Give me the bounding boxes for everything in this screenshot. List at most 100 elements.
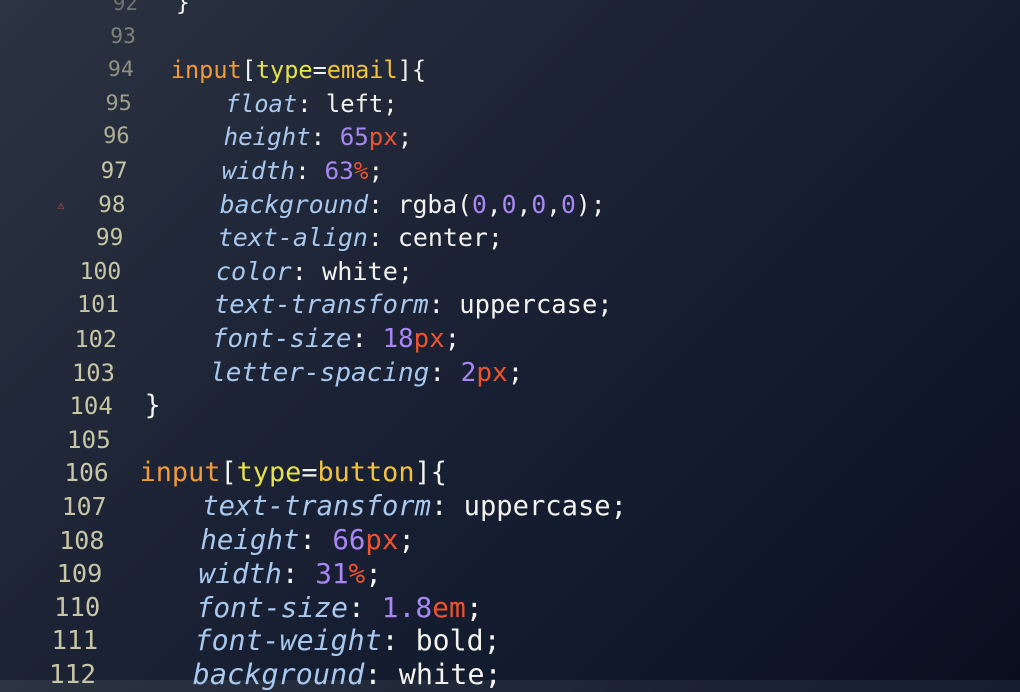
code-line[interactable]: ⚠ 98 background: rgba(0,0,0,0); [0, 188, 1020, 222]
code-token: : [429, 357, 461, 388]
line-number: 98 [98, 191, 126, 218]
code-line[interactable]: 101 text-transform: uppercase; [0, 288, 1020, 322]
line-number: 104 [69, 392, 113, 421]
line-number: 110 [54, 592, 101, 623]
code-line[interactable]: 103 letter-spacing: 2px; [0, 356, 1020, 390]
code-line[interactable]: 99 text-align: center; [0, 221, 1020, 255]
css-property: font-size [212, 324, 352, 354]
code-token: ; [610, 491, 627, 522]
code-text: float: left; [168, 87, 398, 121]
css-property: background [192, 658, 365, 691]
css-property: height [200, 524, 300, 556]
code-text: width: 31%; [132, 557, 382, 591]
css-unit: px [476, 357, 508, 388]
css-unit: % [353, 156, 369, 185]
code-text: font-weight: bold; [127, 624, 501, 658]
css-unit: px [413, 324, 445, 354]
warning-icon[interactable]: ⚠ [57, 188, 64, 222]
code-token: ; [397, 256, 414, 286]
code-token: } [176, 0, 190, 16]
code-line[interactable]: 105 [0, 423, 1020, 457]
css-property: font-size [196, 590, 348, 624]
line-number: 107 [61, 492, 107, 521]
code-text: height: 65px; [166, 120, 413, 154]
code-token: : [381, 624, 416, 658]
line-number: 101 [77, 291, 120, 319]
code-token: : [430, 491, 464, 522]
code-token: } [144, 391, 161, 422]
code-token: [ [220, 457, 237, 489]
code-text: input[type=button]{ [140, 456, 447, 490]
css-property: width [221, 156, 296, 185]
css-number: 0 [501, 189, 517, 219]
code-editor[interactable]: 92} 93 94 input[type=email]{95 float: left;… [0, 0, 1020, 691]
code-line[interactable]: 96 height: 65px; [0, 120, 1020, 154]
code-text: text-align: center; [158, 221, 503, 255]
code-token: : [291, 256, 323, 286]
code-text: width: 63%; [163, 154, 383, 188]
code-line[interactable]: 97 width: 63%; [0, 154, 1020, 188]
css-number: 0 [561, 189, 576, 219]
code-line[interactable]: 94 input[type=email]{ [0, 53, 1020, 87]
line-number: 100 [79, 258, 122, 285]
code-token: left [325, 89, 384, 118]
code-line[interactable]: 102 font-size: 18px; [0, 322, 1020, 356]
code-text: font-size: 1.8em; [129, 590, 483, 625]
code-token: ); [575, 189, 606, 219]
code-token: white [398, 658, 485, 691]
code-token: : [310, 123, 340, 152]
line-number: 93 [110, 23, 136, 49]
code-line[interactable]: 104} [0, 389, 1020, 423]
code-token: [ [241, 56, 256, 85]
css-number: 66 [332, 524, 366, 556]
css-property: text-align [217, 223, 368, 253]
code-token: : [281, 557, 316, 591]
code-token: rgba( [397, 189, 472, 219]
code-token: center [397, 223, 488, 253]
code-text: text-transform: uppercase; [153, 288, 613, 322]
css-property: width [198, 557, 282, 591]
line-number: 111 [51, 626, 99, 657]
code-token: ; [398, 524, 415, 556]
code-token: : [347, 590, 382, 624]
code-text: letter-spacing: 2px; [147, 356, 523, 390]
css-number: 31 [315, 557, 349, 591]
code-line[interactable]: 106 input[type=button]{ [0, 456, 1020, 490]
code-text: height: 66px; [134, 524, 415, 558]
code-line[interactable]: 93 [0, 20, 1020, 54]
code-line[interactable]: 110 font-size: 1.8em; [0, 591, 1020, 625]
line-number: 96 [103, 124, 130, 150]
code-token: ; [507, 357, 524, 388]
code-text: color: white; [155, 255, 413, 289]
code-line[interactable]: 92} [0, 0, 1020, 20]
css-selector: input [139, 457, 221, 489]
code-token: white [322, 256, 398, 286]
css-property: height [223, 123, 311, 152]
code-line[interactable]: 108 height: 66px; [0, 524, 1020, 558]
line-number: 94 [107, 57, 134, 83]
code-line[interactable]: 100 color: white; [0, 255, 1020, 289]
code-token: ; [597, 290, 613, 321]
css-property: text-transform [202, 491, 431, 522]
code-token: ; [368, 156, 384, 185]
code-line[interactable]: 111 font-weight: bold; [0, 624, 1020, 658]
code-line[interactable]: 107 text-transform: uppercase; [0, 490, 1020, 524]
code-token: : [297, 89, 326, 118]
code-line[interactable]: 109 width: 31%; [0, 557, 1020, 591]
code-text: background: white; [124, 658, 502, 692]
code-line[interactable]: 95 float: left; [0, 87, 1020, 121]
code-token: ; [484, 658, 502, 691]
code-token: ; [365, 557, 382, 591]
code-text: } [145, 389, 161, 423]
code-token: uppercase [459, 290, 598, 321]
code-line[interactable]: 112 background: white; [0, 658, 1020, 692]
css-number: 1.8 [381, 590, 433, 624]
